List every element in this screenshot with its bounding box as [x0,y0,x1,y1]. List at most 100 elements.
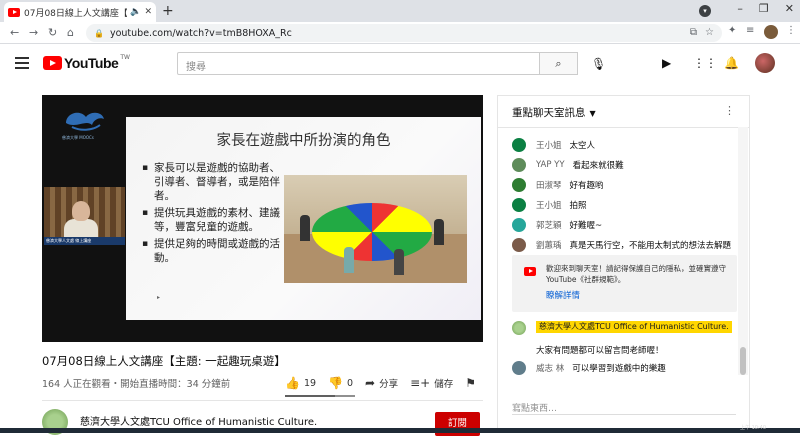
window-controls: – ❐ ✕ [737,2,794,15]
chat-text: 好難喔~ [569,221,603,231]
learn-more-link[interactable]: 瞭解詳情 [546,291,729,302]
thumbs-up-icon: 👍 [285,376,300,390]
chat-input[interactable]: 寫點東西… [512,401,557,414]
chat-author: 田淑琴 [536,181,562,191]
chat-text: 太空人 [569,141,596,151]
tab-search-icon[interactable]: ▾ [699,5,711,17]
close-window-icon[interactable]: ✕ [785,2,794,15]
close-tab-icon[interactable]: ✕ [144,7,152,17]
hamburger-menu-icon[interactable] [15,57,29,69]
notifications-bell-icon[interactable]: 🔔 [724,56,739,70]
address-bar-row: ← → ↻ ⌂ 🔒 youtube.com/watch?v=tmB8HOXA_R… [0,22,800,44]
slide-bullet: 家長可以是遊戲的協助者、引導者、督導者，或是陪伴者。 [142,161,290,203]
notice-text: 歡迎來到聊天室！請記得保護自己的隱私，並確實遵守 YouTube《社群規範》。 [546,264,726,284]
chat-author: 郭芝穎 [536,221,562,231]
save-label: 儲存 [434,379,454,390]
flag-icon: ⚑ [465,376,477,390]
chat-message[interactable]: 郭芝穎 好難喔~ [512,218,602,232]
channel-name[interactable]: 慈濟大學人文處TCU Office of Humanistic Culture. [80,413,317,428]
chat-message[interactable]: 田淑琴 好有趣哟 [512,178,604,192]
moocs-logo-icon [66,112,104,131]
video-player[interactable]: 慈濟大學 MOOCs 慈濟大學人文處 線上講座 家長在遊戲中所扮演的角色 家長可… [42,95,483,342]
video-title: 07月08日線上人文講座【主題: 一起趣玩桌遊】 [42,354,286,368]
chat-message[interactable]: 劉蕙瑀 真是天馬行空，不能用太制式的想法去解題 [512,238,731,252]
maximize-icon[interactable]: ❐ [759,2,769,15]
chevron-down-icon: ▼ [589,109,596,118]
extensions-icon[interactable]: ✦ [728,25,736,36]
chat-text: 大家有問題都可以留言問老師喔！ [536,346,664,356]
chat-avatar [512,178,526,192]
browser-tab[interactable]: 07月08日線上人文講座【主 🔈 ✕ [4,2,156,22]
parachute-game-photo [284,175,467,283]
voice-search-icon[interactable]: 🎙 [591,57,606,71]
logo-caption: 慈濟大學 MOOCs [62,135,94,140]
like-button[interactable]: 👍 19 [285,376,316,390]
chat-message[interactable]: 威志 林 可以學習到遊戲中的樂趣 [512,361,666,375]
account-avatar[interactable] [755,53,775,73]
search-button[interactable]: ⌕ [540,52,578,75]
url-field[interactable]: 🔒 youtube.com/watch?v=tmB8HOXA_Rc ⧉ ☆ [86,24,722,42]
scrollbar-thumb[interactable] [740,347,746,375]
youtube-logo[interactable]: YouTube TW [43,54,130,71]
share-icon: ➦ [365,376,376,390]
forward-icon[interactable]: → [29,26,38,39]
chat-avatar [512,321,526,335]
divider [42,400,483,401]
new-tab-button[interactable]: + [162,3,174,19]
like-count: 19 [303,377,317,389]
speaker-camera-inset: 慈濟大學人文處 線上講座 [44,187,125,245]
save-button[interactable]: ≡+ 儲存 [410,376,453,390]
chat-avatar [512,198,526,212]
slide-bullets: 家長可以是遊戲的協助者、引導者、督導者，或是陪伴者。 提供玩具遊戲的素材、建議等… [142,161,290,265]
owner-author-badge: 慈濟大學人文處TCU Office of Humanistic Culture. [536,321,732,333]
chat-text: 真是天馬行空，不能用太制式的想法去解題 [569,241,732,251]
chat-header[interactable]: 重點聊天室訊息 ▼ ⋮ [498,96,749,128]
youtube-wordmark: YouTube [64,55,119,71]
reload-icon[interactable]: ↻ [48,26,57,39]
mouse-cursor-icon: ▸ [157,294,161,301]
omnibox-icons: ⧉ ☆ [690,27,714,38]
more-options-icon[interactable]: ⋮ [724,104,735,117]
lock-icon: 🔒 [94,28,104,38]
browser-menu-icon[interactable]: ⋮ [786,25,796,36]
chat-message[interactable]: 王小姐 拍照 [512,198,587,212]
chat-author: YAP YY [536,160,565,170]
slide-bullet: 提供足夠的時間或遊戲的活動。 [142,237,290,265]
camera-caption: 慈濟大學人文處 線上講座 [44,237,125,245]
chat-message[interactable]: YAP YY 看起來就很難 [512,158,624,172]
chat-message[interactable]: 王小姐 太空人 [512,138,595,152]
chat-input-underline [512,414,736,415]
chat-avatar [512,138,526,152]
profile-avatar[interactable] [764,25,778,39]
live-chat-panel: 重點聊天室訊息 ▼ ⋮ 王小姐 太空人 YAP YY 看起來就很難 田淑琴 好有趣… [497,95,750,433]
bookmark-star-icon[interactable]: ☆ [705,27,714,38]
chat-text: 可以學習到遊戲中的樂趣 [572,364,666,374]
search-input[interactable]: 搜尋 [177,52,540,75]
home-icon[interactable]: ⌂ [67,26,74,39]
url-text: youtube.com/watch?v=tmB8HOXA_Rc [109,27,292,39]
os-taskbar: 上午 10:40 [0,425,800,433]
chat-avatar [512,158,526,172]
share-button[interactable]: ➦ 分享 [365,376,398,390]
minimize-icon[interactable]: – [737,2,743,15]
create-video-icon[interactable]: ▶︎ [662,56,671,70]
youtube-icon [524,267,536,276]
slide-title: 家長在遊戲中所扮演的角色 [216,133,391,149]
chat-avatar [512,361,526,375]
youtube-play-icon [43,56,62,70]
speaker-icon[interactable]: 🔈 [130,7,141,17]
media-icon[interactable]: ≡ [746,25,754,36]
chat-avatar [512,238,526,252]
search-icon: ⌕ [555,57,562,70]
report-button[interactable]: ⚑ [465,376,480,390]
page-scrollbar[interactable] [738,127,748,375]
install-icon[interactable]: ⧉ [690,27,697,38]
youtube-header: YouTube TW 搜尋 ⌕ 🎙 ▶︎ ⋮⋮ 🔔 [0,45,800,83]
chat-author: 王小姐 [536,201,562,211]
chat-author: 王小姐 [536,141,562,151]
back-icon[interactable]: ← [10,26,19,39]
apps-grid-icon[interactable]: ⋮⋮ [693,56,717,70]
chat-author: 威志 林 [536,364,565,374]
chat-avatar [512,218,526,232]
dislike-button[interactable]: 👎 0 [328,376,353,390]
